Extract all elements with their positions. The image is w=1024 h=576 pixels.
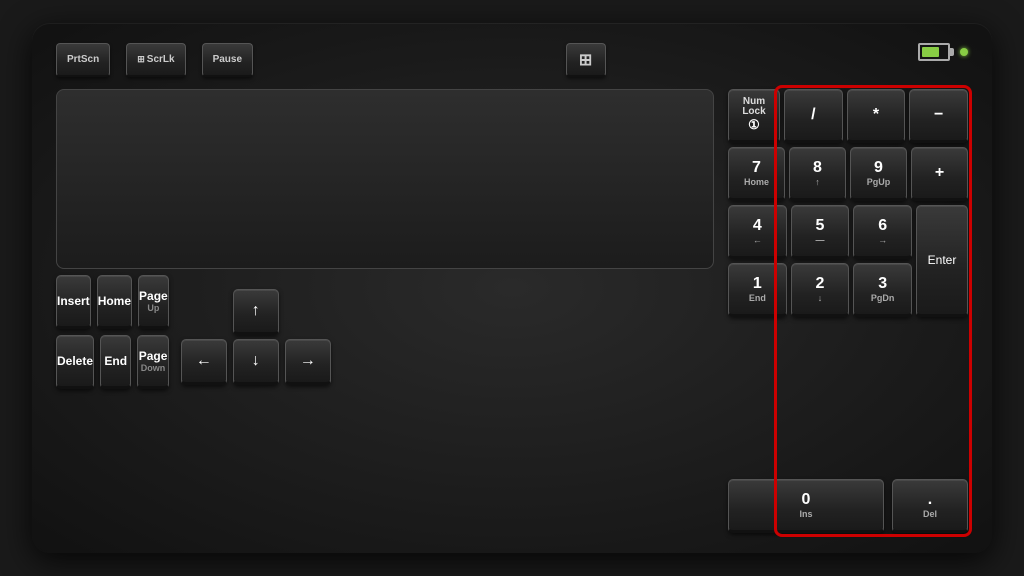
numpad-9-key[interactable]: 9 PgUp [850, 147, 907, 201]
down-arrow-key[interactable]: ↓ [233, 339, 279, 385]
delete-key[interactable]: Delete [56, 335, 94, 389]
battery-fill [922, 47, 939, 57]
keyboard: PrtScn ⊞ ScrLk Pause ⊞ [32, 23, 992, 553]
numpad-minus-key[interactable]: − [909, 89, 968, 143]
numpad-decimal-key[interactable]: . Del [892, 479, 968, 533]
numpad-6-key[interactable]: 6 → [853, 205, 912, 259]
numpad-2-key[interactable]: 2 ↓ [791, 263, 850, 317]
numpad-multiply-key[interactable]: * [847, 89, 906, 143]
numpad-456-and-123: 4 ← 5 — 6 → [728, 205, 912, 475]
right-arrow-key[interactable]: → [285, 339, 331, 385]
left-main: Insert Home Page Up Delete [56, 275, 714, 389]
main-keyboard-area: Insert Home Page Up Delete [56, 89, 968, 533]
numpad-789-row: 7 Home 8 ↑ 9 PgUp + [728, 147, 968, 201]
pause-key[interactable]: Pause [202, 43, 253, 77]
arrow-bottom-row: ← ↓ → [181, 339, 331, 385]
numpad-8-key[interactable]: 8 ↑ [789, 147, 846, 201]
numpad-top-row: Num Lock ① / * − [728, 89, 968, 143]
keyboard-left: Insert Home Page Up Delete [56, 89, 714, 533]
nav-cluster: Insert Home Page Up Delete [56, 275, 169, 389]
battery-indicator [918, 43, 950, 61]
top-left-keys: PrtScn ⊞ ScrLk Pause [56, 43, 253, 77]
arrow-keys: ↑ ← ↓ → [181, 289, 331, 389]
top-row: PrtScn ⊞ ScrLk Pause ⊞ [56, 43, 968, 83]
numpad-0-key[interactable]: 0 Ins [728, 479, 884, 533]
top-right-indicators [918, 43, 968, 61]
up-arrow-key[interactable]: ↑ [233, 289, 279, 335]
numpad-456-row: 4 ← 5 — 6 → [728, 205, 912, 259]
end-key[interactable]: End [100, 335, 131, 389]
pageup-key[interactable]: Page Up [138, 275, 169, 329]
main-key-block [56, 89, 714, 269]
prtscn-key[interactable]: PrtScn [56, 43, 110, 77]
numpad-1-key[interactable]: 1 End [728, 263, 787, 317]
numpad-enter-key[interactable]: Enter [916, 205, 968, 317]
power-led [960, 48, 968, 56]
home-key[interactable]: Home [97, 275, 132, 329]
calculator-key[interactable]: ⊞ [566, 43, 606, 77]
arrow-up-row: ↑ [181, 289, 331, 335]
pagedown-key[interactable]: Page Down [137, 335, 168, 389]
numpad-456-enter-wrapper: 4 ← 5 — 6 → [728, 205, 968, 475]
calculator-area: ⊞ [566, 43, 606, 77]
numpad-7-key[interactable]: 7 Home [728, 147, 785, 201]
numpad: Num Lock ① / * − 7 Home [728, 89, 968, 533]
numpad-3-key[interactable]: 3 PgDn [853, 263, 912, 317]
nav-row-1: Insert Home Page Up [56, 275, 169, 329]
numlock-key[interactable]: Num Lock ① [728, 89, 780, 143]
numpad-divide-key[interactable]: / [784, 89, 843, 143]
numpad-zero-row: 0 Ins . Del [728, 479, 968, 533]
scrlk-key[interactable]: ⊞ ScrLk [126, 43, 185, 77]
numpad-plus-key[interactable]: + [911, 147, 968, 201]
left-arrow-key[interactable]: ← [181, 339, 227, 385]
numpad-5-key[interactable]: 5 — [791, 205, 850, 259]
insert-key[interactable]: Insert [56, 275, 91, 329]
numpad-123-row: 1 End 2 ↓ 3 PgDn [728, 263, 912, 317]
nav-row-2: Delete End Page Down [56, 335, 169, 389]
numpad-4-key[interactable]: 4 ← [728, 205, 787, 259]
